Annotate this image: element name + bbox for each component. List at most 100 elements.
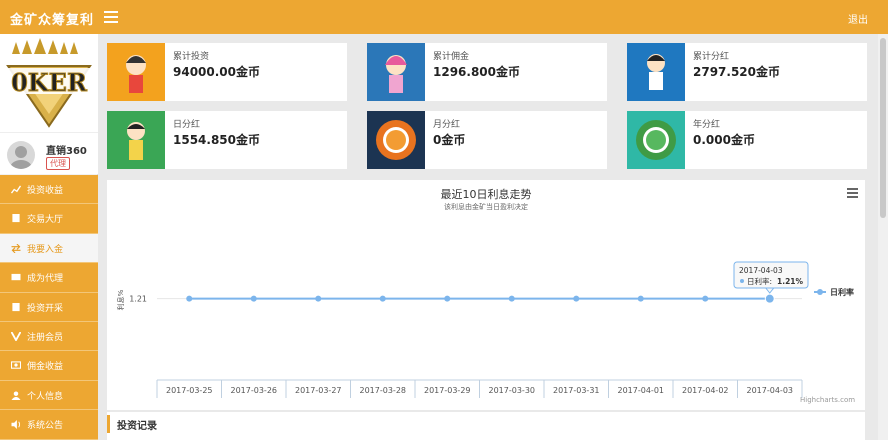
sidebar-item-label: 佣金收益 bbox=[27, 362, 64, 373]
investment-records-panel: 投资记录 bbox=[107, 412, 865, 440]
menu-toggle-icon[interactable] bbox=[104, 8, 118, 24]
data-point bbox=[764, 293, 775, 304]
chart-menu-icon[interactable] bbox=[847, 188, 858, 199]
data-point bbox=[250, 295, 257, 302]
x-tick-label: 2017-04-01 bbox=[618, 386, 665, 395]
card-illustration bbox=[627, 43, 685, 101]
card-label: 累计分红 bbox=[693, 52, 730, 62]
sidebar-item-5[interactable]: 注册会员 bbox=[0, 321, 98, 352]
x-tick-label: 2017-04-02 bbox=[682, 386, 729, 395]
sidebar-item-label: 系统公告 bbox=[27, 421, 64, 432]
scroll-thumb[interactable] bbox=[880, 38, 886, 218]
card-label: 累计投资 bbox=[173, 52, 210, 62]
doc-icon bbox=[12, 302, 20, 311]
card-value: 94000.00金币 bbox=[173, 65, 261, 79]
chart-subtitle: 该利息由金矿当日盈利决定 bbox=[444, 203, 528, 211]
chart-panel: 2017-03-25 2017-03-26 2017-03-27 2017-03-28… bbox=[107, 180, 865, 410]
yearly-dividend-card: 年分红 0.000金币 bbox=[627, 111, 867, 169]
legend-label: 日利率 bbox=[830, 287, 854, 297]
poker-logo: 0KER bbox=[0, 34, 98, 132]
section-accent bbox=[107, 415, 110, 433]
x-tick-label: 2017-03-31 bbox=[553, 386, 600, 395]
v-icon bbox=[11, 331, 21, 341]
legend-marker bbox=[817, 289, 823, 295]
monthly-dividend-card: 月分红 0金币 bbox=[367, 111, 607, 169]
logout-link[interactable]: 退出 bbox=[848, 11, 868, 26]
doc-icon bbox=[12, 214, 20, 223]
scrollbar[interactable] bbox=[878, 34, 888, 440]
sidebar-nav: 投资收益交易大厅我要入金成为代理投资开采注册会员佣金收益个人信息系统公告 bbox=[0, 175, 98, 440]
card-illustration bbox=[107, 111, 165, 169]
sidebar-item-0[interactable]: 投资收益 bbox=[0, 175, 98, 205]
section-title: 投资记录 bbox=[117, 421, 157, 432]
card-label: 月分红 bbox=[433, 120, 461, 130]
sidebar-item-7[interactable]: 个人信息 bbox=[0, 380, 98, 411]
card-illustration bbox=[107, 43, 165, 101]
data-point bbox=[508, 295, 515, 302]
user-name: 直销360 bbox=[46, 146, 87, 157]
money-icon bbox=[11, 361, 21, 370]
chart-title: 最近10日利息走势 bbox=[440, 188, 532, 201]
card-illustration bbox=[627, 111, 685, 169]
card-label: 累计佣金 bbox=[433, 52, 470, 62]
user-profile: 直销360 代理 bbox=[0, 132, 98, 174]
sidebar-item-label: 投资开采 bbox=[27, 303, 64, 314]
sidebar-item-label: 个人信息 bbox=[27, 391, 64, 402]
card-value: 1296.800金币 bbox=[433, 65, 521, 79]
sidebar-item-4[interactable]: 投资开采 bbox=[0, 292, 98, 322]
card-illustration bbox=[367, 43, 425, 101]
x-tick-label: 2017-03-27 bbox=[295, 386, 342, 395]
sidebar-item-label: 投资收益 bbox=[27, 186, 64, 196]
svg-text:0KER: 0KER bbox=[11, 68, 88, 97]
data-point bbox=[444, 295, 451, 302]
x-tick-label: 2017-03-28 bbox=[360, 386, 407, 395]
tooltip-marker bbox=[740, 279, 744, 283]
card-value: 0.000金币 bbox=[693, 133, 755, 147]
chart-icon bbox=[11, 185, 21, 194]
sidebar: 0KER 直销360 代理 投资收益交易大厅我要入金成为代理投资开采注册会员佣金… bbox=[0, 34, 98, 440]
y-axis-label: 利息% bbox=[116, 289, 125, 310]
card-value: 2797.520金币 bbox=[693, 65, 781, 79]
data-point bbox=[186, 295, 193, 302]
sidebar-item-label: 注册会员 bbox=[27, 332, 64, 343]
sidebar-item-3[interactable]: 成为代理 bbox=[0, 263, 98, 293]
y-tick-label: 1.21 bbox=[129, 295, 147, 304]
data-point bbox=[637, 295, 644, 302]
x-tick-label: 2017-03-25 bbox=[166, 386, 213, 395]
total-dividend-card: 累计分红 2797.520金币 bbox=[627, 43, 867, 101]
data-point bbox=[379, 295, 386, 302]
data-point bbox=[315, 295, 322, 302]
sidebar-item-6[interactable]: 佣金收益 bbox=[0, 351, 98, 381]
tooltip-value: 1.21% bbox=[777, 277, 804, 286]
mail-icon bbox=[11, 274, 21, 281]
data-point bbox=[573, 295, 580, 302]
exchange-icon bbox=[11, 243, 21, 253]
avatar[interactable] bbox=[7, 141, 35, 169]
x-tick-label: 2017-03-26 bbox=[231, 386, 278, 395]
data-point bbox=[702, 295, 709, 302]
x-tick-label: 2017-03-30 bbox=[489, 386, 536, 395]
tooltip-series: 日利率: bbox=[747, 276, 772, 286]
top-bar: 金矿众筹复利 退出 bbox=[0, 0, 888, 34]
sidebar-item-1[interactable]: 交易大厅 bbox=[0, 204, 98, 234]
total-commission-card: 累计佣金 1296.800金币 bbox=[367, 43, 607, 101]
card-value: 1554.850金币 bbox=[173, 133, 261, 147]
sidebar-item-label: 我要入金 bbox=[27, 244, 64, 255]
sidebar-item-label: 交易大厅 bbox=[27, 215, 64, 226]
x-tick-label: 2017-04-03 bbox=[747, 386, 794, 395]
sidebar-item-8[interactable]: 系统公告 bbox=[0, 410, 98, 440]
interest-line-chart: 2017-03-25 2017-03-26 2017-03-27 2017-03-28… bbox=[116, 261, 854, 398]
total-investment-card: 累计投资 94000.00金币 bbox=[107, 43, 347, 101]
card-illustration bbox=[367, 111, 425, 169]
brand-title: 金矿众筹复利 bbox=[10, 13, 95, 28]
x-tick-label: 2017-03-29 bbox=[424, 386, 471, 395]
sound-icon bbox=[11, 420, 21, 430]
chart-credit[interactable]: Highcharts.com bbox=[800, 396, 855, 404]
sidebar-item-2[interactable]: 我要入金 bbox=[0, 233, 98, 264]
card-label: 日分红 bbox=[173, 120, 201, 130]
user-icon bbox=[11, 391, 21, 400]
tooltip-date: 2017-04-03 bbox=[739, 266, 783, 275]
daily-dividend-card: 日分红 1554.850金币 bbox=[107, 111, 347, 169]
card-label: 年分红 bbox=[693, 120, 721, 130]
sidebar-item-label: 成为代理 bbox=[27, 274, 64, 285]
